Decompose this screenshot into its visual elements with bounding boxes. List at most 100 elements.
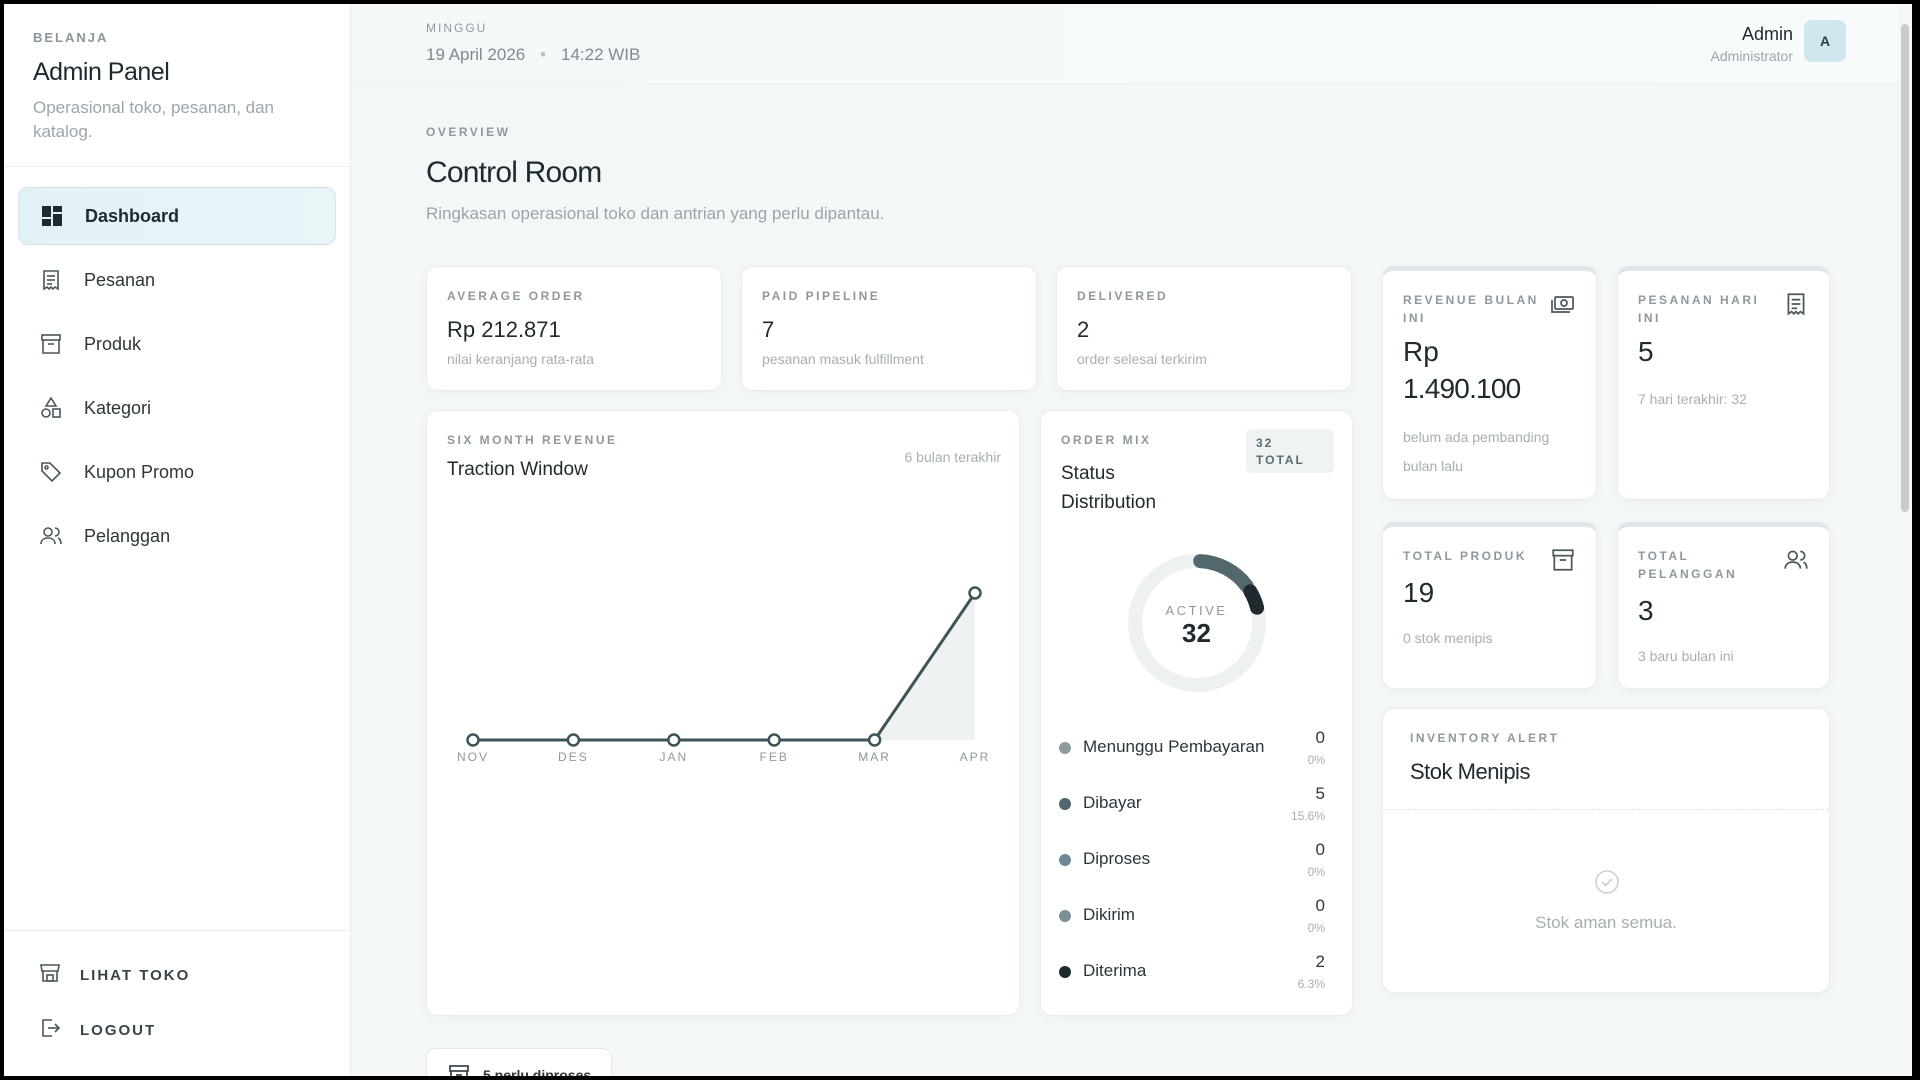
dashboard-icon — [39, 203, 65, 229]
legend-item: Diterima 2 6.3% — [1059, 952, 1325, 1002]
legend-item: Diproses 0 0% — [1059, 840, 1325, 890]
sidebar-item-label: Pelanggan — [84, 525, 171, 546]
legend-pct: 0% — [1307, 753, 1325, 767]
legend-count: 0 — [1315, 728, 1325, 747]
sidebar-item-label: Pesanan — [84, 269, 156, 290]
card-value-line2: 1.490.100 — [1403, 373, 1521, 404]
sidebar-divider — [4, 166, 351, 167]
chart-point-des[interactable] — [566, 733, 581, 747]
legend-pct: 0% — [1307, 865, 1325, 879]
card-kicker: DELIVERED — [1077, 289, 1169, 303]
sidebar-nav: Dashboard Pesanan Produk Kategori Kupon … — [18, 187, 336, 571]
sidebar-item-label: Produk — [84, 333, 142, 354]
revenue-line-chart: NOV DES JAN FEB MAR APR — [457, 586, 991, 764]
x-tick-label: APR — [960, 750, 991, 764]
legend-name: Diterima — [1083, 961, 1147, 980]
logout-button[interactable]: LOGOUT — [38, 1010, 156, 1050]
brand-description: Operasional toko, pesanan, dan katalog. — [33, 98, 275, 141]
legend-dot — [1059, 798, 1071, 810]
delivered-card: DELIVERED 2 order selesai terkirim — [1056, 266, 1352, 391]
receipt-icon — [1783, 291, 1809, 317]
chart-point-feb[interactable] — [767, 733, 781, 747]
store-icon — [38, 961, 62, 990]
orders-today-card: PESANAN HARI INI 5 7 hari terakhir: 32 — [1617, 266, 1830, 500]
x-tick-label: NOV — [457, 750, 489, 764]
pending-process-chip[interactable]: 5 perlu diproses — [426, 1048, 612, 1076]
legend-item: Menunggu Pembayaran 0 0% — [1059, 728, 1325, 778]
users-icon — [38, 523, 64, 549]
sidebar-item-pesanan[interactable]: Pesanan — [18, 251, 336, 309]
overview-kicker: OVERVIEW — [426, 125, 511, 139]
chart-point-mar[interactable] — [867, 733, 882, 747]
sidebar-item-produk[interactable]: Produk — [18, 315, 336, 373]
app-window: BELANJA Admin Panel Operasional toko, pe… — [4, 4, 1912, 1076]
sidebar-item-kupon-promo[interactable]: Kupon Promo — [18, 443, 336, 501]
page-subtitle: Ringkasan operasional toko dan antrian y… — [426, 204, 885, 223]
chart-area — [473, 593, 975, 740]
user-name: Admin — [1741, 24, 1793, 44]
legend-count: 0 — [1315, 840, 1325, 859]
card-value: 5 — [1638, 336, 1654, 367]
card-value: 2 — [1077, 317, 1090, 342]
sidebar-item-label: Dashboard — [85, 205, 180, 226]
card-note: 3 baru bulan ini — [1638, 648, 1734, 664]
card-value: 19 — [1403, 577, 1435, 608]
x-tick-label: DES — [558, 750, 589, 764]
revenue-chart-card: SIX MONTH REVENUE Traction Window 6 bula… — [426, 410, 1020, 1016]
donut-center-label: ACTIVE — [1165, 603, 1228, 618]
legend-name: Dibayar — [1083, 793, 1142, 812]
users-icon — [1783, 547, 1809, 573]
card-note: pesanan masuk fulfillment — [762, 351, 924, 367]
page-title: Control Room — [426, 156, 602, 189]
sidebar-item-label: Kupon Promo — [84, 461, 195, 482]
logout-icon — [38, 1016, 62, 1045]
card-kicker: TOTAL PRODUK — [1403, 549, 1528, 563]
chart-point-nov[interactable] — [466, 733, 480, 747]
legend-dot — [1059, 742, 1071, 754]
tag-icon — [38, 459, 64, 485]
brand-kicker: BELANJA — [33, 30, 109, 45]
legend-name: Dikirim — [1083, 905, 1135, 924]
revenue-month-card: REVENUE BULAN INI Rp 1.490.100 belum ada… — [1382, 266, 1597, 500]
view-store-button[interactable]: LIHAT TOKO — [38, 955, 190, 995]
logout-label: LOGOUT — [80, 1021, 157, 1039]
sidebar-divider — [4, 930, 351, 931]
sidebar-item-label: Kategori — [84, 397, 152, 418]
sidebar-item-dashboard[interactable]: Dashboard — [18, 187, 336, 245]
inventory-empty-state: Stok aman semua. — [1383, 809, 1829, 994]
legend-dot — [1059, 910, 1071, 922]
scrollbar[interactable] — [1898, 4, 1912, 1076]
chart-point-apr[interactable] — [968, 586, 982, 600]
money-icon — [1550, 291, 1576, 317]
legend-pct: 6.3% — [1297, 977, 1325, 991]
chart-point-jan[interactable] — [667, 733, 681, 747]
archive-box-icon — [38, 331, 64, 357]
card-kicker: ORDER MIX — [1061, 433, 1152, 447]
legend-item: Dikirim 0 0% — [1059, 896, 1325, 946]
sidebar-item-kategori[interactable]: Kategori — [18, 379, 336, 437]
shapes-icon — [38, 395, 64, 421]
card-note: nilai keranjang rata-rata — [447, 351, 595, 367]
sidebar-item-pelanggan[interactable]: Pelanggan — [18, 507, 336, 565]
top-day: MINGGU — [426, 21, 488, 35]
x-tick-label: JAN — [659, 750, 688, 764]
card-value: 7 — [762, 317, 775, 342]
legend-pct: 15.6% — [1290, 809, 1325, 823]
inventory-empty-text: Stok aman semua. — [1535, 913, 1677, 932]
x-tick-label: FEB — [760, 750, 789, 764]
scrollbar-thumb[interactable] — [1901, 24, 1909, 512]
order-mix-card: ORDER MIX 32 TOTAL Status Distribution A… — [1040, 410, 1353, 1016]
total-badge: 32 TOTAL — [1246, 429, 1334, 473]
top-date: 19 April 2026 — [426, 45, 526, 64]
avatar[interactable]: A — [1804, 20, 1846, 62]
archive-box-icon — [1550, 547, 1576, 573]
card-value: 3 — [1638, 595, 1654, 626]
card-kicker: AVERAGE ORDER — [447, 289, 585, 303]
total-products-card: TOTAL PRODUK 19 0 stok menipis — [1382, 522, 1597, 689]
chip-label: 5 perlu diproses — [483, 1067, 592, 1076]
card-kicker: PESANAN HARI INI — [1638, 293, 1760, 325]
legend-count: 0 — [1315, 896, 1325, 915]
mix-title: Status Distribution — [1061, 463, 1157, 513]
legend-name: Menunggu Pembayaran — [1083, 737, 1265, 756]
x-tick-label: MAR — [858, 750, 891, 764]
